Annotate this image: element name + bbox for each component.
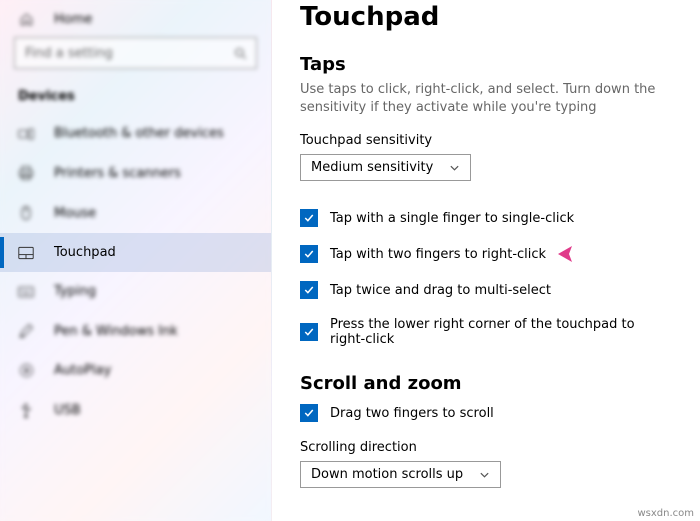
sidebar-item-printers[interactable]: Printers & scanners <box>0 153 271 193</box>
keyboard-icon <box>18 286 34 298</box>
watermark-text: wsxdn.com <box>637 508 694 519</box>
sensitivity-dropdown[interactable]: Medium sensitivity <box>300 154 471 181</box>
checkbox-icon <box>300 209 318 227</box>
direction-value: Down motion scrolls up <box>311 467 463 482</box>
main-content: Touchpad Taps Use taps to click, right-c… <box>272 0 700 521</box>
sensitivity-value: Medium sensitivity <box>311 160 433 175</box>
mouse-icon <box>18 205 34 221</box>
home-icon <box>18 12 34 27</box>
sidebar-item-usb[interactable]: USB <box>0 390 271 430</box>
check-label: Tap with two fingers to right-click <box>330 247 546 262</box>
pen-icon <box>18 323 34 339</box>
sidebar-item-label: Mouse <box>54 206 96 221</box>
taps-heading: Taps <box>300 54 672 75</box>
sidebar-item-typing[interactable]: Typing <box>0 272 271 311</box>
check-lower-right[interactable]: Press the lower right corner of the touc… <box>300 317 672 347</box>
settings-sidebar: Home Devices Bluetooth & other devices <box>0 0 272 521</box>
sidebar-item-label: Printers & scanners <box>54 166 181 181</box>
sensitivity-label: Touchpad sensitivity <box>300 133 672 148</box>
check-single-tap[interactable]: Tap with a single finger to single-click <box>300 209 672 227</box>
page-title: Touchpad <box>300 2 672 32</box>
sidebar-item-bluetooth[interactable]: Bluetooth & other devices <box>0 114 271 153</box>
sidebar-item-mouse[interactable]: Mouse <box>0 193 271 233</box>
chevron-down-icon <box>449 164 460 172</box>
sidebar-section-title: Devices <box>0 83 271 114</box>
search-field[interactable] <box>23 44 233 63</box>
sidebar-item-autoplay[interactable]: AutoPlay <box>0 351 271 390</box>
sidebar-nav: Bluetooth & other devices Printers & sca… <box>0 114 271 430</box>
autoplay-icon <box>18 363 34 378</box>
usb-icon <box>18 402 34 418</box>
printer-icon <box>18 165 34 181</box>
sidebar-item-label: Bluetooth & other devices <box>54 126 224 141</box>
home-link[interactable]: Home <box>0 0 271 37</box>
devices-icon <box>18 127 34 141</box>
checkbox-icon <box>300 245 318 263</box>
taps-description: Use taps to click, right-click, and sele… <box>300 81 672 117</box>
touchpad-icon <box>18 246 34 260</box>
sidebar-item-label: Pen & Windows Ink <box>54 324 178 339</box>
sidebar-item-label: USB <box>54 403 81 418</box>
checkbox-icon <box>300 281 318 299</box>
check-label: Tap twice and drag to multi-select <box>330 283 551 298</box>
sidebar-item-label: Typing <box>54 284 96 299</box>
check-label: Drag two fingers to scroll <box>330 406 494 421</box>
check-tap-drag[interactable]: Tap twice and drag to multi-select <box>300 281 672 299</box>
checkbox-icon <box>300 404 318 422</box>
direction-label: Scrolling direction <box>300 440 672 455</box>
check-label: Tap with a single finger to single-click <box>330 211 574 226</box>
check-label: Press the lower right corner of the touc… <box>330 317 672 347</box>
chevron-down-icon <box>479 471 490 479</box>
checkbox-icon <box>300 323 318 341</box>
search-input[interactable] <box>14 37 257 69</box>
sidebar-item-touchpad[interactable]: Touchpad <box>0 233 271 272</box>
search-icon <box>233 46 248 61</box>
sidebar-item-label: Touchpad <box>54 245 116 260</box>
check-two-finger-tap[interactable]: Tap with two fingers to right-click <box>300 245 672 263</box>
check-two-finger-scroll[interactable]: Drag two fingers to scroll <box>300 404 672 422</box>
home-label: Home <box>54 12 92 27</box>
annotation-arrow-icon <box>556 243 614 265</box>
sidebar-item-pen[interactable]: Pen & Windows Ink <box>0 311 271 351</box>
sidebar-item-label: AutoPlay <box>54 363 111 378</box>
direction-dropdown[interactable]: Down motion scrolls up <box>300 461 501 488</box>
scroll-heading: Scroll and zoom <box>300 373 672 394</box>
